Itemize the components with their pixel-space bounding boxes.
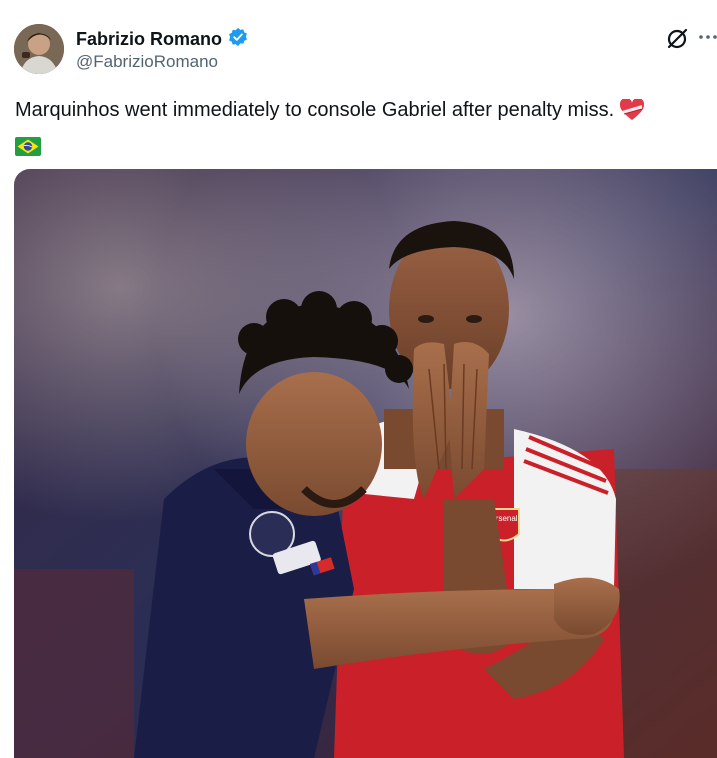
verified-badge-icon: [228, 27, 248, 52]
tweet-body: Marquinhos went immediately to console G…: [15, 99, 615, 121]
tweet-media-image[interactable]: Arsenal: [14, 169, 717, 758]
grok-icon[interactable]: [664, 26, 690, 52]
author-handle[interactable]: @FabrizioRomano: [76, 52, 218, 72]
heart-ribbon-icon: [619, 97, 644, 130]
tweet-text: Marquinhos went immediately to console G…: [15, 95, 715, 165]
tweet: Fabrizio Romano @FabrizioRomano Marquinh…: [0, 0, 717, 758]
author-name-row[interactable]: Fabrizio Romano: [76, 27, 248, 52]
avatar[interactable]: [14, 24, 64, 74]
more-options-icon[interactable]: [698, 22, 717, 52]
author-display-name[interactable]: Fabrizio Romano: [76, 29, 222, 50]
brazil-flag-icon: [15, 135, 41, 165]
